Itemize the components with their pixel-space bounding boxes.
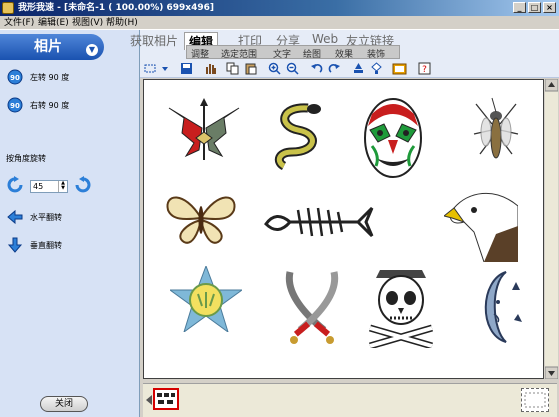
panel-menu-icon[interactable]: ▼	[86, 44, 98, 56]
fill-icon[interactable]	[370, 62, 383, 75]
paste-icon[interactable]	[244, 62, 257, 75]
stamp-icon[interactable]	[352, 62, 365, 75]
menu-edit[interactable]: 编辑(E)	[38, 17, 69, 29]
panel-title: 相片	[34, 39, 62, 55]
svg-text:?: ?	[422, 65, 427, 75]
opera-mask-image[interactable]	[362, 96, 424, 180]
scrollbar-arrows-icon	[544, 78, 559, 380]
star-emblem-image[interactable]	[170, 266, 242, 332]
scroll-left-icon[interactable]	[145, 394, 153, 406]
angle-spinner-icon[interactable]: ▲ ▼	[58, 181, 67, 192]
flip-vertical-label: 垂直翻转	[30, 241, 62, 250]
toolbar: ?	[140, 60, 559, 78]
rotate-angle-label: 按角度旋转	[6, 154, 46, 163]
menu-help[interactable]: 帮助(H)	[106, 17, 138, 29]
rotate-left-icon: 90	[7, 69, 23, 85]
fish-bone-image[interactable]	[262, 202, 374, 242]
zoom-out-icon[interactable]	[286, 62, 299, 75]
flip-horizontal-icon	[7, 209, 23, 225]
snake-image[interactable]	[270, 100, 326, 172]
rotate-ccw-icon[interactable]	[6, 175, 26, 195]
select-icon[interactable]	[144, 62, 170, 75]
close-button[interactable]: 关闭	[40, 396, 88, 412]
butterfly-image[interactable]	[164, 190, 238, 246]
subtab-decorate[interactable]: 装饰	[367, 47, 385, 60]
crossed-swords-image[interactable]	[284, 270, 340, 346]
flip-vertical-icon	[7, 237, 23, 253]
save-icon[interactable]	[180, 62, 193, 75]
pan-icon[interactable]	[204, 62, 217, 75]
subtab-adjust[interactable]: 调整	[191, 47, 209, 60]
close-window-button[interactable]: ×	[543, 2, 556, 13]
subtab-text[interactable]: 文字	[273, 47, 291, 60]
thumbnail-strip	[143, 383, 557, 417]
left-panel: 相片 ▼ 90 左转 90 度 90 右转 90 度 按角度旋转 ▲▼ 水平翻转	[0, 30, 140, 417]
panel-header: 相片 ▼	[0, 34, 104, 60]
undo-icon[interactable]	[310, 62, 323, 75]
help-icon[interactable]: ?	[418, 62, 431, 75]
app-icon	[2, 2, 14, 14]
eagle-image[interactable]	[444, 186, 518, 262]
zoom-in-icon[interactable]	[268, 62, 281, 75]
sub-tab-bar: 调整 选定范围 文字 绘图 效果 装饰	[186, 45, 400, 60]
thumbnail-preview-icon	[155, 390, 177, 408]
moon-face-image[interactable]	[476, 270, 522, 344]
rotate-cw-icon[interactable]	[72, 175, 92, 195]
rotate-left-label: 左转 90 度	[30, 73, 70, 82]
copy-icon[interactable]	[226, 62, 239, 75]
rotate-left-icon-text: 90	[10, 74, 20, 82]
menu-file[interactable]: 文件(F)	[4, 17, 34, 29]
dragons-image[interactable]	[164, 98, 244, 162]
menu-view[interactable]: 视图(V)	[72, 17, 103, 29]
menu-bar: 文件(F) 编辑(E) 视图(V) 帮助(H)	[0, 16, 559, 30]
rotate-right-label: 右转 90 度	[30, 101, 70, 110]
thumbnail-slot-icon	[524, 392, 546, 408]
tab-web[interactable]: Web	[312, 32, 338, 46]
add-thumbnail-slot[interactable]	[521, 388, 549, 412]
window-title: 我形我速 - [未命名-1 ( 100.00%) 699x496]	[18, 3, 214, 13]
rotate-right-icon-text: 90	[10, 102, 20, 110]
subtab-selection[interactable]: 选定范围	[221, 47, 257, 60]
rotate-right-icon: 90	[7, 97, 23, 113]
frame-icon[interactable]	[392, 62, 407, 75]
minimize-button[interactable]: _	[513, 2, 526, 13]
mosquito-image[interactable]	[466, 94, 526, 170]
thumbnail-current[interactable]	[153, 388, 179, 410]
subtab-draw[interactable]: 绘图	[303, 47, 321, 60]
vertical-scrollbar[interactable]	[544, 78, 559, 380]
image-canvas[interactable]	[143, 79, 544, 379]
title-bar: 我形我速 - [未命名-1 ( 100.00%) 699x496] _ □ ×	[0, 0, 559, 16]
maximize-button[interactable]: □	[528, 2, 541, 13]
subtab-effects[interactable]: 效果	[335, 47, 353, 60]
tab-get-photos[interactable]: 获取相片	[130, 32, 178, 49]
flip-horizontal-label: 水平翻转	[30, 213, 62, 222]
skull-crossbones-image[interactable]	[366, 266, 436, 348]
redo-icon[interactable]	[328, 62, 341, 75]
